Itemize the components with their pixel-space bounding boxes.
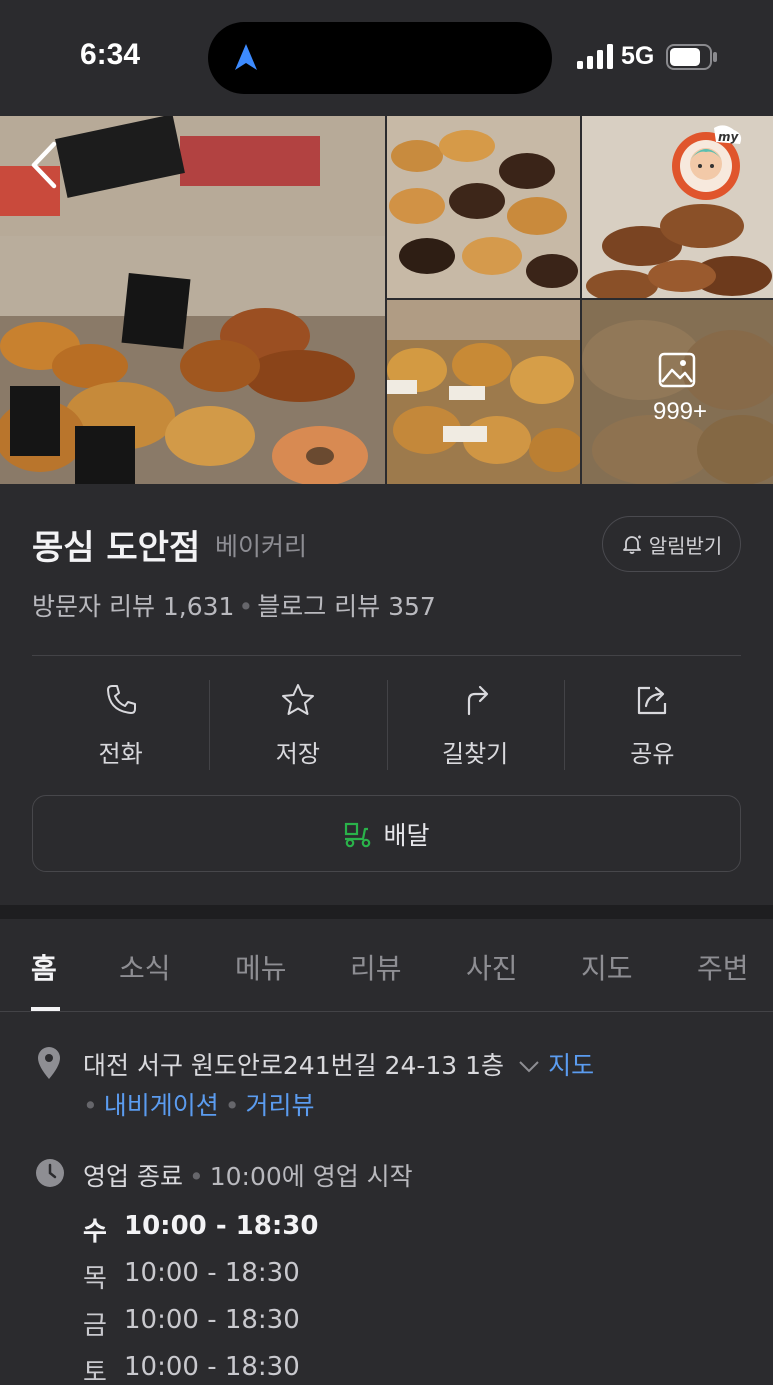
street-view-link[interactable]: 거리뷰	[246, 1091, 315, 1120]
battery-icon	[666, 44, 717, 70]
tab-map[interactable]: 지도	[581, 947, 633, 987]
divider	[32, 655, 741, 656]
more-photos-overlay[interactable]	[582, 300, 773, 484]
my-profile-badge-icon[interactable]: my	[668, 124, 750, 202]
meat-pie-photo[interactable]	[387, 300, 580, 484]
share-label: 공유	[630, 740, 675, 768]
hours-row: 토 10:00 - 18:30	[83, 1352, 318, 1385]
clock-icon	[36, 1159, 64, 1187]
place-title: 몽심 도안점	[32, 528, 201, 568]
active-tab-indicator	[31, 1007, 60, 1011]
tab-bar: 홈 소식 메뉴 리뷰 사진 지도 주변	[0, 919, 773, 1012]
hours-time: 10:00 - 18:30	[124, 1352, 300, 1382]
save-button[interactable]: 저장	[209, 680, 386, 770]
directions-button[interactable]: 길찾기	[386, 680, 564, 770]
address-line: 대전 서구 원도안로241번길 24-13 1층 지도	[83, 1046, 594, 1082]
call-label: 전화	[98, 740, 143, 768]
location-pin-icon	[38, 1047, 60, 1079]
svg-text:my: my	[718, 130, 740, 144]
hours-day: 수	[83, 1217, 107, 1247]
separator-dot: •	[238, 592, 254, 621]
signal-icon	[577, 44, 613, 69]
address-text[interactable]: 대전 서구 원도안로241번길 24-13 1층	[83, 1051, 504, 1080]
tab-news[interactable]: 소식	[119, 947, 171, 987]
tab-nearby[interactable]: 주변	[697, 947, 749, 987]
section-divider	[0, 905, 773, 919]
opens-at: 10:00에 영업 시작	[209, 1162, 413, 1191]
directions-label: 길찾기	[442, 740, 509, 768]
hours-row: 목 10:00 - 18:30	[83, 1258, 318, 1305]
delivery-label: 배달	[383, 820, 430, 850]
review-summary: 방문자 리뷰 1,631 • 블로그 리뷰 357	[32, 587, 436, 623]
location-arrow-icon	[235, 44, 257, 70]
croissant-photo[interactable]	[387, 116, 580, 298]
directions-icon	[468, 685, 489, 716]
network-label: 5G	[621, 42, 655, 70]
business-status[interactable]: 영업 종료 • 10:00에 영업 시작	[83, 1157, 413, 1193]
place-category: 베이커리	[215, 532, 308, 561]
action-bar: 전화 저장 길찾기 공유	[32, 680, 741, 770]
status-closed: 영업 종료	[83, 1162, 183, 1191]
phone-icon	[106, 685, 136, 714]
chevron-down-icon[interactable]	[518, 1060, 540, 1074]
separator-dot: •	[83, 1091, 98, 1120]
clock-time: 6:34	[80, 38, 141, 71]
share-icon	[638, 686, 667, 715]
save-label: 저장	[275, 740, 320, 768]
hours-day: 목	[83, 1264, 107, 1294]
delivery-button[interactable]: 배달	[32, 795, 741, 872]
tab-reviews[interactable]: 리뷰	[350, 947, 402, 987]
hours-time: 10:00 - 18:30	[124, 1258, 300, 1288]
notify-label: 알림받기	[648, 533, 723, 558]
hours-row: 수 10:00 - 18:30	[83, 1211, 318, 1258]
navigation-link[interactable]: 내비게이션	[104, 1091, 219, 1120]
back-chevron-icon[interactable]	[26, 140, 62, 190]
delivery-scooter-icon	[345, 822, 371, 847]
tab-photos[interactable]: 사진	[466, 947, 518, 987]
visitor-reviews-link[interactable]: 방문자 리뷰 1,631	[32, 592, 234, 621]
tab-menu[interactable]: 메뉴	[235, 947, 287, 987]
separator-dot: •	[224, 1091, 240, 1120]
notify-button[interactable]: 알림받기	[602, 516, 741, 572]
map-link[interactable]: 지도	[548, 1051, 594, 1080]
bell-icon	[622, 535, 641, 554]
separator-dot: •	[188, 1162, 204, 1191]
blog-reviews-link[interactable]: 블로그 리뷰 357	[257, 592, 436, 621]
address-links: • 내비게이션 • 거리뷰	[83, 1086, 315, 1122]
hours-day: 금	[83, 1311, 107, 1341]
hours-row: 금 10:00 - 18:30	[83, 1305, 318, 1352]
hours-list: 수 10:00 - 18:30 목 10:00 - 18:30 금 10:00 …	[83, 1211, 318, 1385]
hours-time: 10:00 - 18:30	[124, 1305, 300, 1335]
hours-time: 10:00 - 18:30	[124, 1211, 319, 1241]
image-icon	[658, 352, 696, 388]
share-button[interactable]: 공유	[563, 680, 741, 770]
call-button[interactable]: 전화	[32, 680, 209, 770]
star-icon	[281, 684, 314, 715]
hours-day: 토	[83, 1358, 107, 1385]
status-bar: 6:34 5G	[0, 0, 773, 116]
tab-home[interactable]: 홈	[31, 947, 57, 987]
photo-count-label: 999+	[652, 398, 708, 425]
